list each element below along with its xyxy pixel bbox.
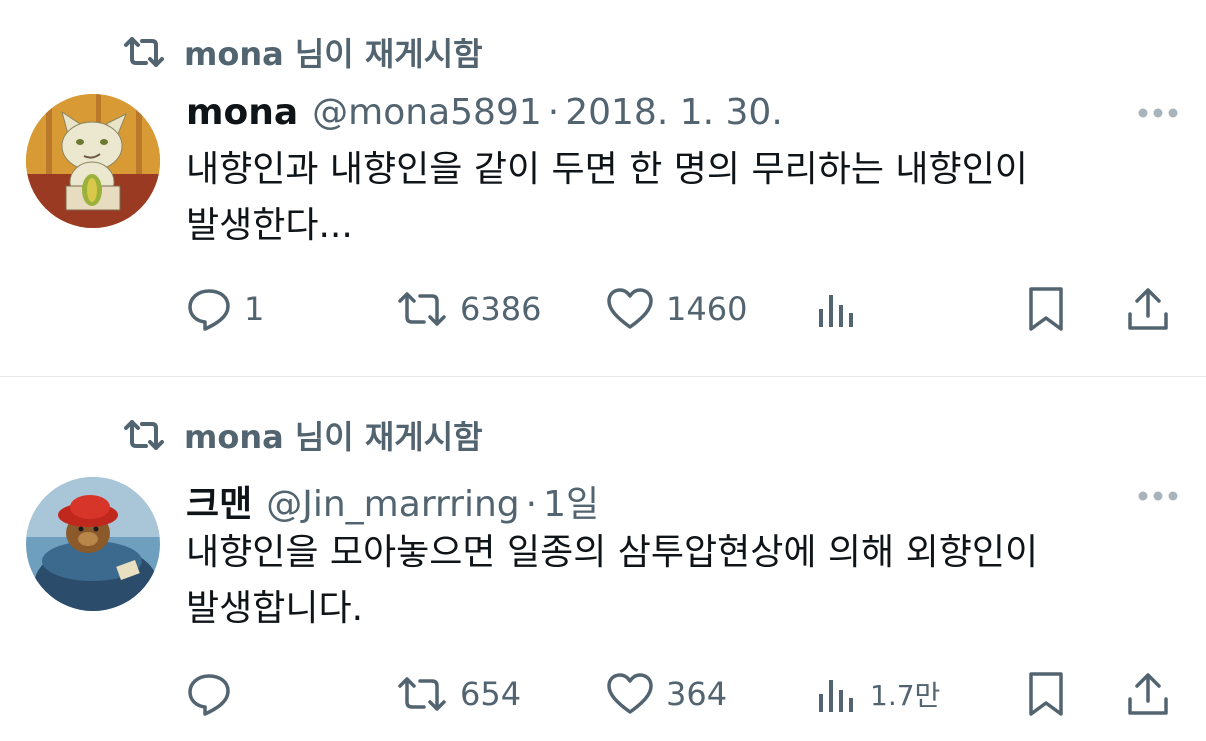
retweet-label: mona 님이 재게시함 — [184, 35, 483, 73]
heart-icon — [607, 673, 653, 714]
bear-avatar-icon[interactable] — [26, 477, 160, 611]
retweet-icon — [124, 37, 164, 67]
separator-dot: · — [525, 484, 538, 525]
tweet-text-line: 발생한다... — [186, 205, 353, 246]
cat-avatar-icon[interactable] — [26, 94, 160, 228]
author-handle[interactable]: @Jin_marrring — [266, 484, 519, 525]
reply-icon — [188, 289, 230, 331]
like-button[interactable]: 364 — [606, 669, 727, 719]
tweet-text: 내향인을 모아놓으면 일종의 삼투압현상에 의해 외향인이 발생합니다. — [186, 525, 1176, 637]
retweet-button[interactable]: 654 — [396, 669, 521, 719]
retweet-indicator: mona 님이 재게시함 — [122, 30, 483, 74]
action-bar: 654 364 1.7만 — [186, 669, 1176, 719]
retweet-indicator: mona 님이 재게시함 — [122, 413, 483, 457]
tweet-text-line: 내향인을 모아놓으면 일종의 삼투압현상에 의해 외향인이 — [186, 532, 1039, 573]
share-button[interactable] — [1126, 284, 1170, 334]
tweet-header: mona @mona5891 · 2018. 1. 30. — [186, 92, 783, 138]
retweet-icon — [398, 292, 446, 326]
more-options-icon[interactable] — [1136, 106, 1180, 120]
author-name[interactable]: 크맨 — [186, 475, 252, 527]
share-button[interactable] — [1126, 669, 1170, 719]
separator-dot: · — [547, 92, 560, 133]
reply-count: 1 — [244, 290, 265, 328]
share-icon — [1128, 673, 1168, 715]
tweet-text-line: 내향인과 내향인을 같이 두면 한 명의 무리하는 내향인이 — [186, 149, 1028, 190]
action-bar: 1 6386 1460 — [186, 284, 1176, 334]
reply-button[interactable] — [186, 669, 244, 719]
tweet[interactable]: mona 님이 재게시함 mona @mona5891 · 2018. 1. 3… — [0, 0, 1206, 376]
share-icon — [1128, 288, 1168, 330]
bookmark-button[interactable] — [1026, 669, 1066, 719]
tweet-text-line: 발생합니다. — [186, 588, 364, 629]
tweet-date[interactable]: 1일 — [543, 475, 599, 527]
retweet-label: mona 님이 재게시함 — [184, 418, 483, 456]
bookmark-icon — [1029, 672, 1063, 716]
like-count: 364 — [666, 675, 728, 713]
like-count: 1460 — [666, 290, 748, 328]
retweet-count: 654 — [460, 675, 522, 713]
reply-icon — [188, 674, 230, 716]
like-button[interactable]: 1460 — [606, 284, 747, 334]
views-button[interactable]: 1.7만 — [816, 669, 940, 719]
retweet-button[interactable]: 6386 — [396, 284, 541, 334]
tweet-header: 크맨 @Jin_marrring · 1일 — [186, 475, 599, 525]
tweet-text: 내향인과 내향인을 같이 두면 한 명의 무리하는 내향인이 발생한다... — [186, 142, 1176, 254]
more-options-icon[interactable] — [1136, 489, 1180, 503]
view-count: 1.7만 — [870, 679, 941, 712]
views-button[interactable] — [816, 284, 870, 334]
author-handle[interactable]: @mona5891 — [312, 92, 542, 133]
tweet-date[interactable]: 2018. 1. 30. — [565, 92, 783, 133]
analytics-icon — [819, 680, 853, 712]
reply-button[interactable]: 1 — [186, 284, 264, 334]
retweet-count: 6386 — [460, 290, 542, 328]
author-name[interactable]: mona — [186, 92, 298, 133]
retweet-icon — [398, 677, 446, 711]
analytics-icon — [819, 295, 853, 327]
heart-icon — [607, 288, 653, 329]
tweet[interactable]: mona 님이 재게시함 크맨 @Jin_marrring · 1일 내향인을 … — [0, 377, 1206, 741]
retweet-icon — [124, 420, 164, 450]
bookmark-button[interactable] — [1026, 284, 1066, 334]
bookmark-icon — [1029, 287, 1063, 331]
